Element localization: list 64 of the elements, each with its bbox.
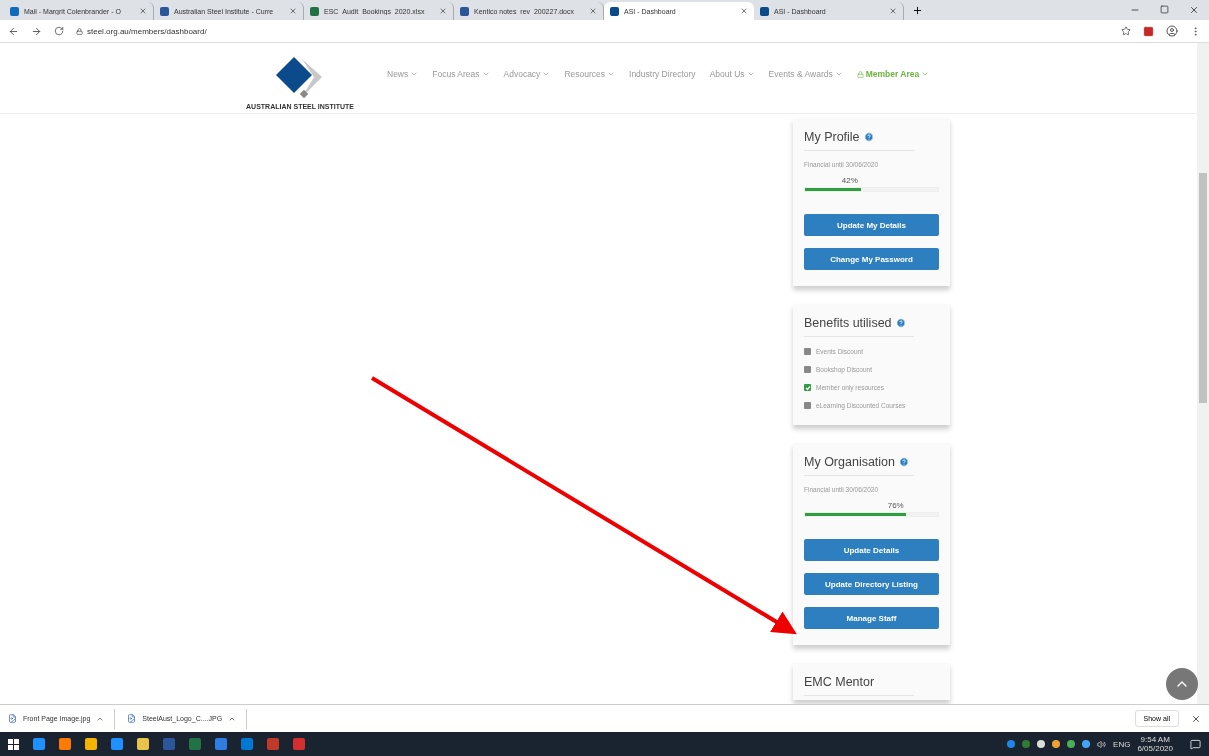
nav-link[interactable]: Events & Awards (768, 69, 843, 79)
back-icon[interactable] (8, 25, 19, 37)
action-button[interactable]: Update Directory Listing (804, 573, 939, 595)
tray-icon[interactable] (1037, 740, 1046, 748)
lock-icon (76, 27, 83, 35)
app-icon[interactable] (241, 738, 253, 750)
image-file-icon (8, 714, 17, 723)
action-button[interactable]: Update Details (804, 539, 939, 561)
clock-time: 9:54 AM (1140, 735, 1170, 744)
close-icon[interactable] (589, 7, 597, 15)
action-button[interactable]: Manage Staff (804, 607, 939, 629)
language-indicator[interactable]: ENG (1113, 739, 1131, 749)
nav-link[interactable]: Advocacy (503, 69, 551, 79)
progress-reading: 42% (840, 176, 859, 185)
card-title: My Profile (804, 130, 914, 151)
clock-date: 6/05/2020 (1137, 744, 1173, 753)
image-file-icon (127, 714, 137, 723)
app-icon[interactable] (293, 738, 305, 750)
scroll-thumb[interactable] (1199, 173, 1207, 403)
nav-link[interactable]: Member Area (856, 69, 930, 79)
app-icon[interactable] (33, 738, 45, 750)
app-icon[interactable] (85, 738, 97, 750)
action-button[interactable]: Change My Password (804, 248, 939, 270)
tray-icon[interactable] (1052, 740, 1061, 748)
new-tab-icon[interactable] (912, 5, 923, 16)
maximize-icon[interactable] (1160, 5, 1169, 14)
close-icon[interactable] (289, 7, 297, 15)
nav-link[interactable]: Industry Directory (629, 69, 696, 79)
tray-icon[interactable] (1082, 740, 1091, 748)
action-button[interactable]: Update My Details (804, 214, 939, 236)
lock-icon (856, 70, 864, 78)
close-icon[interactable] (139, 7, 147, 15)
forward-icon[interactable] (31, 25, 42, 37)
close-icon[interactable] (1189, 5, 1199, 15)
nav-link[interactable]: News (387, 69, 419, 79)
card-title: Benefits utilised (804, 316, 914, 337)
bookmark-icon[interactable] (1121, 26, 1131, 36)
app-icon[interactable] (59, 738, 71, 750)
app-icon[interactable] (267, 738, 279, 750)
app-icon[interactable] (137, 738, 149, 750)
windows-logo-icon[interactable] (8, 738, 19, 750)
card-title: My Organisation (804, 455, 914, 476)
close-icon[interactable] (889, 7, 897, 15)
nav-link[interactable]: Focus Areas (432, 69, 490, 79)
close-icon[interactable] (439, 7, 447, 15)
nav-link[interactable]: Resources (564, 69, 615, 79)
reload-icon[interactable] (54, 26, 64, 36)
help-icon (895, 318, 906, 328)
extension-icon[interactable] (1143, 25, 1154, 37)
volume-icon[interactable] (1097, 739, 1107, 749)
app-icon[interactable] (111, 738, 123, 750)
nav-link[interactable]: About Us (709, 69, 755, 79)
scroll-top-button[interactable] (1166, 668, 1198, 700)
close-icon[interactable] (740, 7, 748, 15)
address-field[interactable]: steel.org.au/members/dashboard/ (87, 26, 207, 36)
progress-reading: 76% (886, 501, 905, 510)
profile-icon[interactable] (1166, 25, 1178, 37)
help-icon (899, 457, 909, 467)
tray-icon[interactable] (1067, 740, 1076, 748)
close-icon[interactable] (1191, 713, 1201, 724)
help-icon (863, 132, 874, 142)
app-icon[interactable] (215, 738, 227, 750)
notification-icon[interactable] (1190, 738, 1201, 750)
card-title: EMC Mentor (804, 675, 914, 696)
